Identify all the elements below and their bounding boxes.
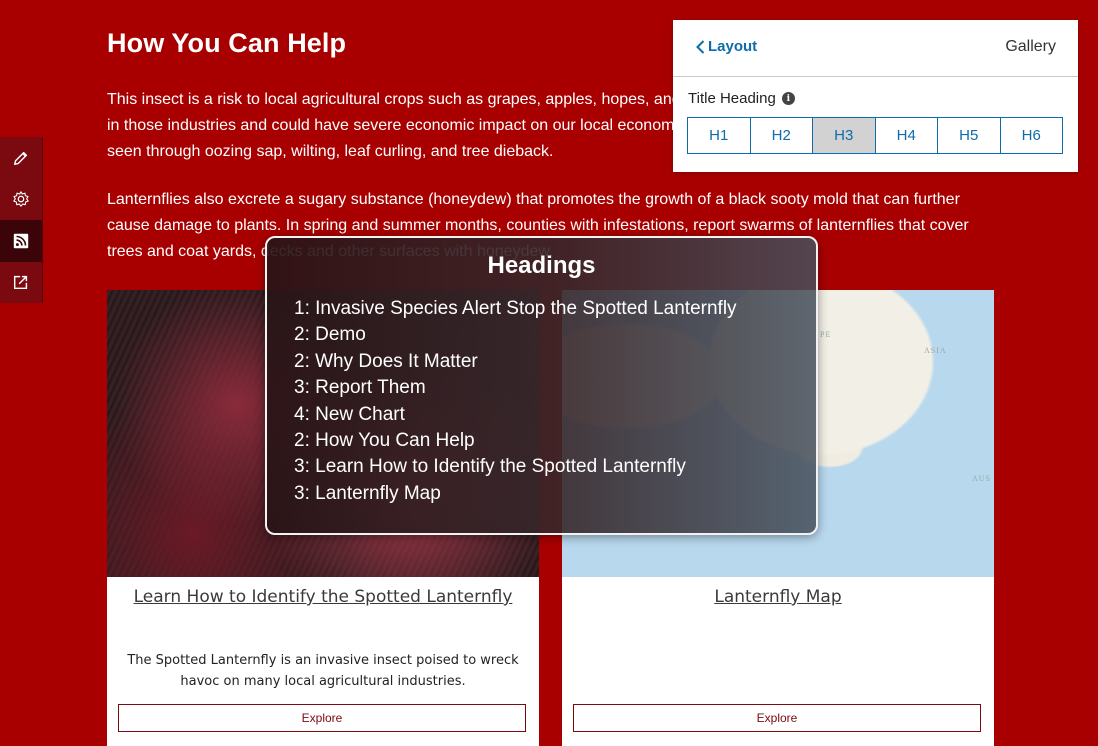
heading-item: 4: New Chart	[294, 403, 405, 425]
map-label: ASIA	[924, 346, 947, 355]
explore-button[interactable]: Explore	[573, 704, 981, 732]
title-heading-label: Title Heading i	[688, 90, 795, 107]
card-description: The Spotted Lanternfly is an invasive in…	[127, 653, 519, 689]
heading-option-h4[interactable]: H4	[876, 118, 938, 153]
story-page: How You Can Help This insect is a risk t…	[0, 0, 1098, 746]
share-button[interactable]	[0, 261, 42, 303]
heading-item: 1: Invasive Species Alert Stop the Spott…	[294, 298, 737, 319]
headings-overlay: Headings 1: Invasive Species Alert Stop …	[265, 236, 818, 535]
gear-icon	[13, 191, 29, 207]
builder-toolbar	[0, 137, 43, 303]
heading-list: 1: Invasive Species Alert Stop the Spott…	[294, 296, 737, 507]
heading-option-h2[interactable]: H2	[751, 118, 813, 153]
explore-button[interactable]: Explore	[118, 704, 526, 732]
card-title-link[interactable]: Lanternfly Map	[562, 587, 994, 607]
pencil-icon	[13, 151, 28, 166]
map-label: PE	[820, 330, 832, 339]
heading-item: 3: Report Them	[294, 377, 426, 399]
chevron-left-icon	[696, 39, 705, 54]
map-label: AUS	[972, 474, 992, 483]
settings-button[interactable]	[0, 178, 42, 220]
heading-item: 2: Why Does It Matter	[294, 350, 478, 372]
layout-settings-panel: Layout Gallery Title Heading i H1 H2 H3 …	[673, 20, 1078, 172]
layout-back-button[interactable]: Layout	[696, 38, 757, 55]
panel-header: Layout Gallery	[673, 20, 1078, 77]
heading-option-h5[interactable]: H5	[938, 118, 1001, 153]
field-label-text: Title Heading	[688, 90, 776, 107]
heading-option-h3[interactable]: H3	[813, 118, 876, 153]
edit-button[interactable]	[0, 137, 42, 179]
card-title-link[interactable]: Learn How to Identify the Spotted Lanter…	[107, 587, 539, 607]
heading-option-h1[interactable]: H1	[688, 118, 751, 153]
heading-option-h6[interactable]: H6	[1001, 118, 1063, 153]
info-icon[interactable]: i	[781, 92, 795, 105]
heading-item: 3: Learn How to Identify the Spotted Lan…	[294, 456, 686, 478]
heading-item: 3: Lanternfly Map	[294, 482, 441, 504]
heading-level-selector: H1 H2 H3 H4 H5 H6	[687, 117, 1063, 154]
feed-button[interactable]	[0, 220, 42, 262]
section-title: How You Can Help	[107, 28, 347, 58]
heading-item: 2: Demo	[294, 324, 366, 346]
share-icon	[13, 275, 28, 290]
rss-icon	[13, 233, 29, 249]
heading-item: 2: How You Can Help	[294, 430, 475, 452]
gallery-tab[interactable]: Gallery	[1005, 38, 1056, 56]
overlay-title: Headings	[487, 252, 596, 279]
back-label: Layout	[708, 38, 758, 55]
